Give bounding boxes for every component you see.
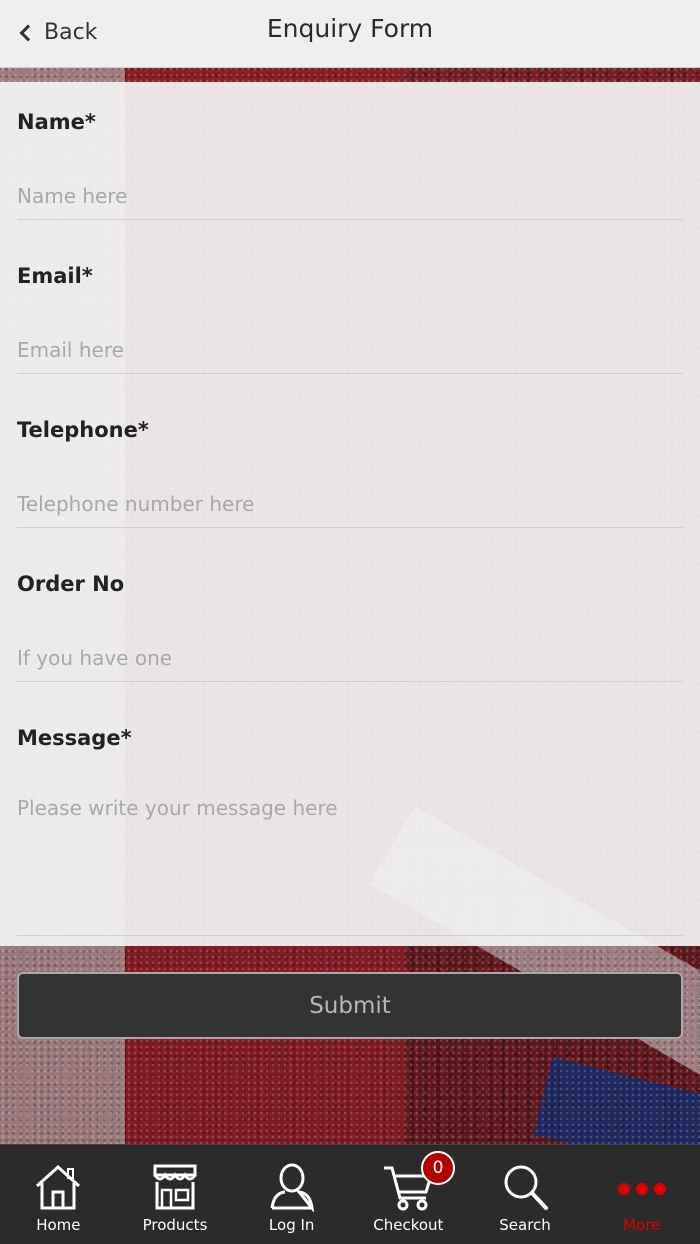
message-label: Message* — [17, 726, 132, 750]
page-title: Enquiry Form — [266, 14, 434, 43]
nav-item-search[interactable]: Search — [467, 1145, 584, 1244]
user-icon — [270, 1163, 314, 1212]
more-dots-icon — [617, 1183, 666, 1195]
order-no-label: Order No — [17, 572, 125, 596]
home-icon — [36, 1164, 81, 1210]
message-textarea[interactable] — [17, 796, 683, 936]
order-no-input[interactable] — [17, 634, 683, 682]
nav-label-more: More — [623, 1216, 661, 1234]
email-label: Email* — [17, 264, 93, 288]
name-label: Name* — [17, 110, 96, 134]
nav-label-products: Products — [142, 1216, 208, 1234]
order-no-field-group: Order No — [17, 572, 683, 682]
telephone-label: Telephone* — [17, 418, 149, 442]
message-field-group: Message* — [17, 726, 683, 936]
top-bar: Back Enquiry Form — [0, 0, 700, 68]
nav-item-checkout[interactable]: 0 Checkout — [350, 1145, 467, 1244]
nav-item-more[interactable]: More — [583, 1145, 700, 1244]
name-field-group: Name* — [17, 110, 683, 220]
nav-label-home: Home — [36, 1216, 81, 1234]
nav-item-home[interactable]: Home — [0, 1145, 117, 1244]
nav-label-checkout: Checkout — [373, 1216, 444, 1234]
telephone-input[interactable] — [17, 480, 683, 528]
submit-button[interactable]: Submit — [17, 972, 683, 1039]
nav-item-log-in[interactable]: Log In — [233, 1145, 350, 1244]
nav-label-log-in: Log In — [268, 1216, 315, 1234]
email-field-group: Email* — [17, 264, 683, 374]
telephone-field-group: Telephone* — [17, 418, 683, 528]
email-input[interactable] — [17, 326, 683, 374]
name-input[interactable] — [17, 172, 683, 220]
search-icon — [504, 1165, 549, 1210]
nav-label-search: Search — [499, 1216, 551, 1234]
nav-item-products[interactable]: Products — [117, 1145, 234, 1244]
cart-count-badge: 0 — [421, 1151, 456, 1185]
enquiry-form: Name* Email* Telephone* Order No Message… — [0, 82, 700, 946]
bottom-nav: Home Products Log In 0 Checkout Search M… — [0, 1144, 700, 1244]
store-icon — [153, 1164, 197, 1210]
